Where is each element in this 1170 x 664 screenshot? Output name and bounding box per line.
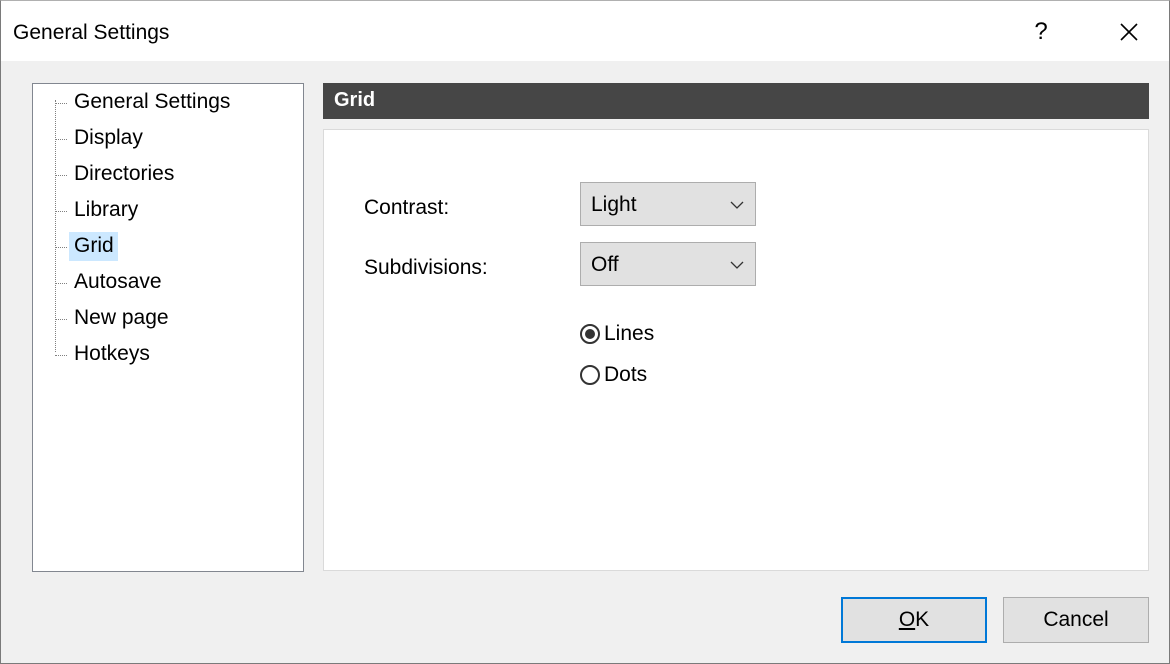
close-button[interactable] [1089,9,1169,55]
subdivisions-value: Off [591,253,619,276]
radio-dot [585,329,595,339]
title-bar: General Settings ? [1,1,1169,61]
chevron-down-icon [730,261,744,269]
settings-dialog: General Settings ? General Settings Disp… [0,0,1170,664]
tree-item-label: General Settings [74,90,231,113]
tree-item-label: Grid [69,232,118,261]
ok-mnemonic: O [898,608,916,631]
ok-button[interactable]: OK [841,597,987,643]
window-title: General Settings [13,21,170,44]
subdivisions-dropdown[interactable]: Off [580,242,756,286]
help-button[interactable]: ? [1001,9,1081,55]
tree-branch-line [55,103,67,104]
tree-branch-line [55,139,67,140]
contrast-dropdown[interactable]: Light [580,182,756,226]
tree-branch-line [55,247,67,248]
tree-item-label: New page [74,306,169,329]
radio-dots[interactable]: Dots [580,360,647,390]
tree-branch-line [55,319,67,320]
contrast-label: Contrast: [364,196,450,219]
radio-unchecked-icon [580,365,600,385]
contrast-value: Light [591,193,637,216]
tree-item-label: Display [74,126,143,149]
section-header: Grid [323,83,1149,119]
radio-dots-label: Dots [604,363,648,386]
cancel-button[interactable]: Cancel [1003,597,1149,643]
tree-item-label: Hotkeys [74,342,150,365]
tree-branch-line [55,211,67,212]
radio-lines[interactable]: Lines [580,319,654,349]
subdivisions-label: Subdivisions: [364,256,488,279]
grid-settings-panel: Contrast: Light Subdivisions: Off Lines … [323,129,1149,571]
tree-branch-line [55,355,67,356]
chevron-down-icon [730,201,744,209]
tree-branch-line [55,175,67,176]
tree-item-label: Directories [74,162,175,185]
radio-checked-icon [580,324,600,344]
tree-branch-line [55,283,67,284]
settings-tree: General Settings Display Directories Lib… [32,83,304,572]
tree-connector-line [55,100,56,352]
ok-label-rest: K [915,608,930,631]
radio-lines-label: Lines [604,322,655,345]
tree-item-label: Library [74,198,139,221]
close-icon [1120,23,1138,41]
tree-item-label: Autosave [74,270,162,293]
